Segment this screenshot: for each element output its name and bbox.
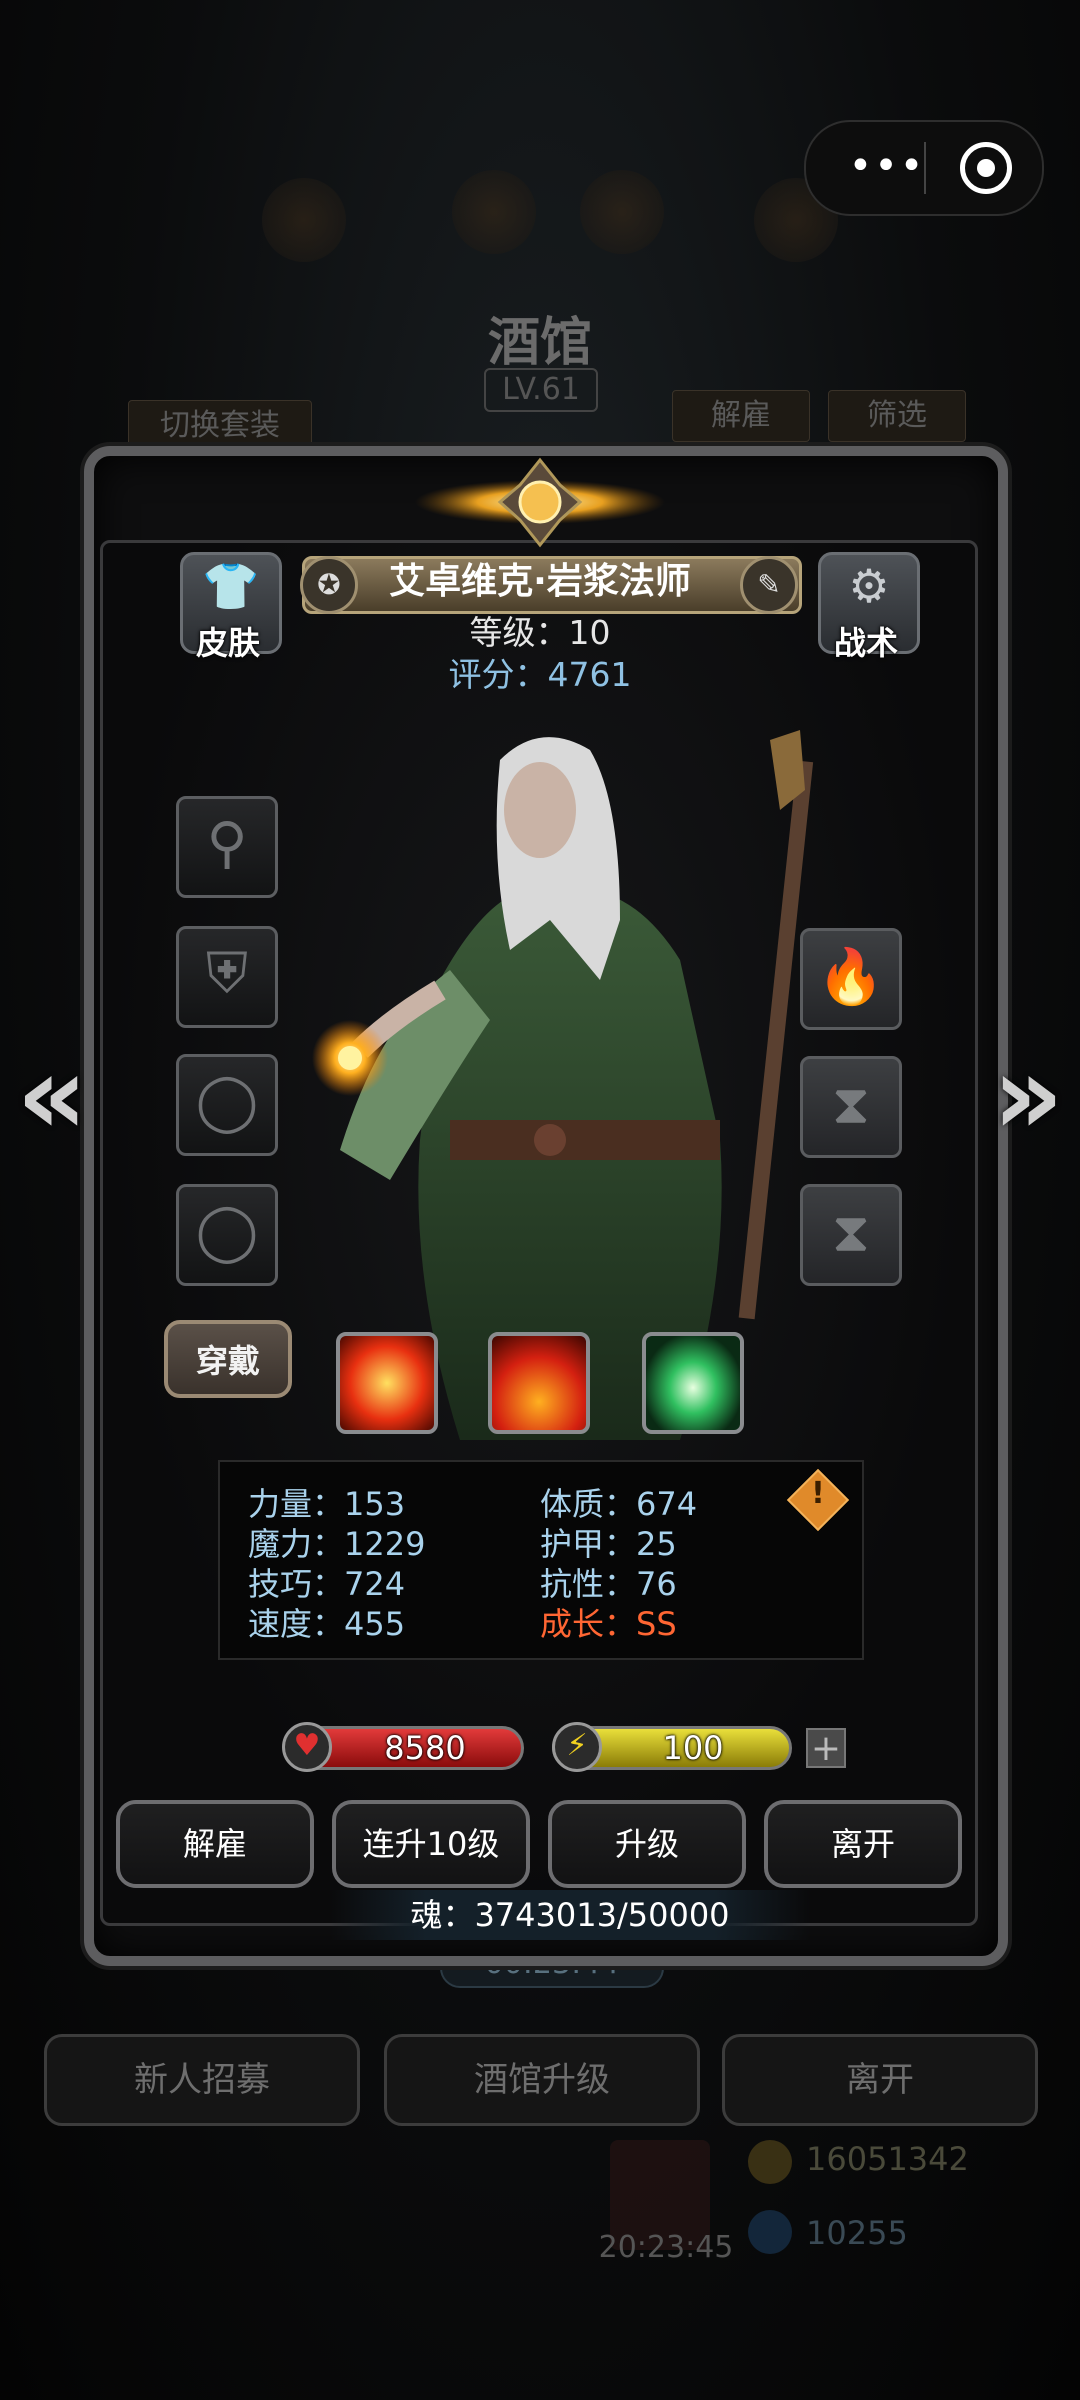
ring-icon: ◯ — [195, 1069, 259, 1134]
level-up-button[interactable]: 升级 — [548, 1800, 746, 1888]
equip-slot-armor[interactable]: ⛨ — [176, 926, 278, 1028]
hourglass-icon: ⧗ — [832, 1073, 870, 1136]
flame-icon: 🔥 — [817, 945, 885, 1008]
tavern-upgrade-button[interactable]: 酒馆升级 — [384, 2034, 700, 2126]
skill-slot-hourglass[interactable]: ⧗ — [800, 1184, 902, 1286]
heart-icon: ♥ — [282, 1722, 332, 1772]
tavern-level: LV.61 — [484, 368, 598, 412]
equip-slot-ring[interactable]: ◯ — [176, 1184, 278, 1286]
edit-name-icon[interactable]: ✎ — [740, 556, 798, 614]
energy-value: 100 — [662, 1729, 724, 1767]
gold-coin-icon — [748, 2140, 792, 2184]
switch-outfit-button[interactable]: 切换套装 — [128, 400, 312, 452]
explosion-ability-icon[interactable] — [336, 1332, 438, 1434]
soul-amount: 魂：3743013/50000 — [410, 1896, 730, 1934]
leave-button[interactable]: 离开 — [764, 1800, 962, 1888]
armor-icon: ⛨ — [206, 941, 248, 1006]
next-hero-arrow-icon[interactable]: » — [988, 1040, 1068, 1160]
gift-timer: 20:23:45 — [598, 2230, 734, 2265]
crest-emblem-icon — [415, 457, 665, 548]
background-orb-icon — [580, 170, 664, 254]
flame-ability-icon[interactable] — [488, 1332, 590, 1434]
level-up-10-button[interactable]: 连升10级 — [332, 1800, 530, 1888]
ring-icon: ◯ — [195, 1199, 259, 1264]
stat-constitution: 体质：674 — [540, 1485, 698, 1523]
target-close-icon[interactable] — [960, 142, 1012, 194]
lightning-icon: ⚡ — [552, 1722, 602, 1772]
staff-icon: ⚲ — [206, 811, 248, 876]
background-filter-button[interactable]: 筛选 — [828, 390, 966, 442]
equip-slot-ring[interactable]: ◯ — [176, 1054, 278, 1156]
tavern-title: 酒馆 — [487, 312, 592, 373]
stat-armor: 护甲：25 — [540, 1525, 677, 1563]
add-energy-button[interactable]: + — [806, 1728, 846, 1768]
stat-magic: 魔力：1229 — [248, 1525, 426, 1563]
skill-slot-hourglass[interactable]: ⧗ — [800, 1056, 902, 1158]
background-orb-icon — [262, 178, 346, 262]
stat-speed: 速度：455 — [248, 1605, 406, 1643]
badge-icon: ✪ — [300, 556, 358, 614]
green-light-ability-icon[interactable] — [642, 1332, 744, 1434]
equip-button[interactable]: 穿戴 — [164, 1320, 292, 1398]
hero-level: 等级：10 — [469, 613, 611, 652]
stat-resistance: 抗性：76 — [540, 1565, 677, 1603]
hp-value: 8580 — [384, 1729, 466, 1767]
background-orb-icon — [452, 170, 536, 254]
hourglass-icon: ⧗ — [832, 1201, 870, 1264]
stat-strength: 力量：153 — [248, 1485, 406, 1523]
equip-slot-staff[interactable]: ⚲ — [176, 796, 278, 898]
tavern-leave-button[interactable]: 离开 — [722, 2034, 1038, 2126]
gold-amount: 16051342 — [806, 2140, 969, 2178]
capsule-divider — [924, 142, 926, 194]
gem-amount: 10255 — [806, 2214, 908, 2252]
stat-skill: 技巧：724 — [248, 1565, 406, 1603]
hero-name: 艾卓维克·岩浆法师 — [389, 561, 691, 602]
background-dismiss-button[interactable]: 解雇 — [672, 390, 810, 442]
shirt-icon: 👕 — [202, 559, 260, 613]
gem-icon — [748, 2210, 792, 2254]
more-dots-icon[interactable]: ••• — [842, 144, 932, 192]
tactics-label: 战术 — [833, 624, 898, 662]
stat-growth: 成长：SS — [540, 1605, 677, 1643]
miniprogram-capsule: ••• — [804, 120, 1044, 216]
previous-hero-arrow-icon[interactable]: « — [12, 1040, 92, 1160]
dismiss-hero-button[interactable]: 解雇 — [116, 1800, 314, 1888]
skin-label: 皮肤 — [195, 624, 260, 662]
hero-score: 评分：4761 — [448, 655, 632, 694]
recruit-button[interactable]: 新人招募 — [44, 2034, 360, 2126]
gear-icon: ⚙ — [848, 559, 890, 613]
warning-mark: ! — [811, 1476, 825, 1511]
skill-slot-fire[interactable]: 🔥 — [800, 928, 902, 1030]
